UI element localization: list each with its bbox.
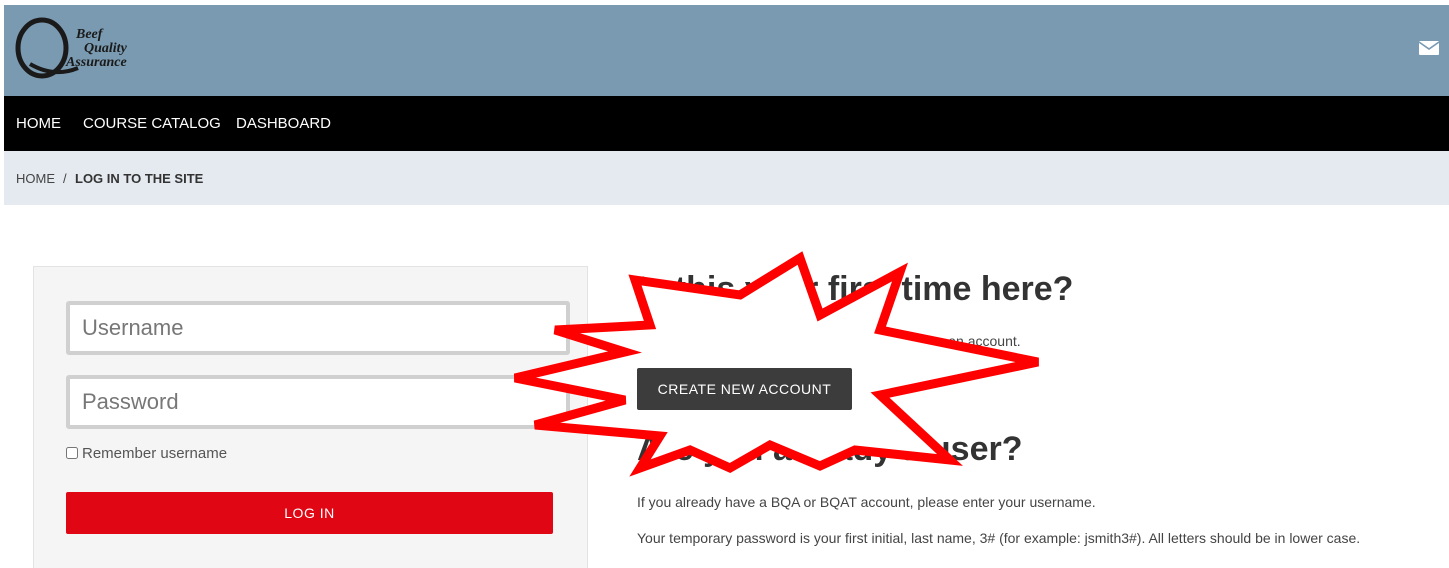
remember-username-label: Remember username	[82, 445, 228, 462]
first-time-text: For full access to this site, you first …	[637, 333, 1021, 349]
nav-home[interactable]: HOME	[16, 115, 61, 132]
create-account-button[interactable]: CREATE NEW ACCOUNT	[637, 368, 852, 410]
password-input[interactable]	[66, 375, 570, 429]
site-header: Beef Quality Assurance	[4, 5, 1449, 96]
breadcrumb-separator: /	[63, 171, 67, 186]
nav-course-catalog[interactable]: COURSE CATALOG	[83, 115, 221, 132]
breadcrumb-home[interactable]: HOME	[16, 171, 55, 186]
remember-username-checkbox[interactable]	[66, 447, 78, 459]
main-nav: HOME COURSE CATALOG DASHBOARD	[4, 96, 1449, 151]
breadcrumb: HOME / LOG IN TO THE SITE	[4, 151, 1449, 205]
login-form: Remember username LOG IN	[33, 266, 588, 568]
temporary-password-text: Your temporary password is your first in…	[637, 530, 1361, 546]
breadcrumb-current: LOG IN TO THE SITE	[75, 171, 204, 186]
login-button[interactable]: LOG IN	[66, 492, 553, 534]
logo-word-quality: Quality	[84, 41, 127, 56]
envelope-icon[interactable]	[1418, 41, 1440, 55]
remember-username[interactable]: Remember username	[66, 445, 227, 462]
nav-dashboard[interactable]: DASHBOARD	[236, 115, 331, 132]
logo-word-beef: Beef	[76, 27, 103, 42]
bqa-logo[interactable]: Beef Quality Assurance	[14, 14, 144, 84]
username-input[interactable]	[66, 301, 570, 355]
logo-word-assurance: Assurance	[66, 55, 127, 70]
existing-user-heading: Are you already a user?	[637, 430, 1023, 468]
first-time-heading: Is this your first time here?	[637, 270, 1074, 308]
existing-user-text: If you already have a BQA or BQAT accoun…	[637, 494, 1096, 510]
